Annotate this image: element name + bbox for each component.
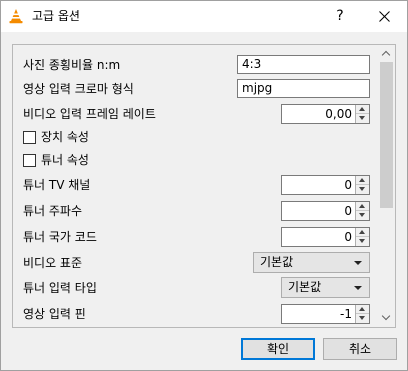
tuner-input-type-value: 기본값 [288,280,322,294]
video-input-pin-down-button[interactable] [356,314,369,323]
video-input-pin-value: -1 [340,307,352,321]
tuner-country-up-button[interactable] [356,228,369,237]
frame-rate-spin-buttons [355,105,369,123]
tuner-freq-down-button[interactable] [356,211,369,220]
device-props-label: 장치 속성 [41,130,89,144]
tuner-channel-up-button[interactable] [356,176,369,185]
video-input-pin-spinbox[interactable]: -1 [281,304,370,324]
tuner-freq-up-button[interactable] [356,202,369,211]
video-input-pin-label: 영상 입력 핀 [23,307,86,321]
frame-rate-up-button[interactable] [356,105,369,114]
title-bar: 고급 옵션 ? [1,1,407,32]
tuner-country-label: 튜너 국가 코드 [23,230,97,244]
chevron-down-icon [354,261,362,265]
tuner-freq-spinbox[interactable]: 0 [281,201,370,221]
tuner-channel-label: 튜너 TV 채널 [23,178,91,192]
tuner-props-label: 튜너 속성 [41,153,89,167]
tuner-props-checkbox[interactable] [23,154,36,167]
close-icon [379,11,390,22]
frame-rate-down-button[interactable] [356,114,369,123]
tuner-channel-spin-buttons [355,176,369,194]
frame-rate-value: 0,00 [325,107,352,121]
tuner-input-type-dropdown[interactable]: 기본값 [281,277,370,298]
window-title: 고급 옵션 [32,9,80,23]
tuner-freq-label: 튜너 주파수 [23,204,83,218]
tuner-channel-down-button[interactable] [356,185,369,194]
tuner-freq-value: 0 [344,204,352,218]
chevron-down-icon [354,286,362,290]
tuner-country-spin-buttons [355,228,369,246]
frame-rate-spinbox[interactable]: 0,00 [281,104,370,124]
tuner-channel-spinbox[interactable]: 0 [281,175,370,195]
video-standard-dropdown[interactable]: 기본값 [253,252,370,273]
cancel-button[interactable]: 취소 [323,338,397,360]
tuner-channel-value: 0 [344,178,352,192]
help-button[interactable]: ? [323,1,357,32]
scroll-thumb[interactable] [380,62,393,208]
chroma-label: 영상 입력 크로마 형식 [23,82,134,96]
chroma-input[interactable]: mjpg [237,79,370,98]
tuner-freq-spin-buttons [355,202,369,220]
tuner-country-value: 0 [344,230,352,244]
ok-button[interactable]: 확인 [241,338,315,360]
scroll-up-button[interactable] [378,45,395,62]
aspect-ratio-label: 사진 종횡비율 n:m [23,58,121,72]
video-input-pin-spin-buttons [355,305,369,323]
close-button[interactable] [362,1,407,32]
video-standard-value: 기본값 [260,255,294,269]
video-input-pin-up-button[interactable] [356,305,369,314]
device-props-checkbox[interactable] [23,131,36,144]
aspect-ratio-input[interactable]: 4:3 [237,55,370,74]
frame-rate-label: 비디오 입력 프레임 레이트 [23,107,156,121]
vlc-cone-icon [9,9,23,24]
vertical-scrollbar[interactable] [378,45,395,327]
tuner-input-type-label: 튜너 입력 타입 [23,281,97,295]
video-standard-label: 비디오 표준 [23,256,83,270]
options-scroll-panel: 사진 종횡비율 n:m 4:3 영상 입력 크로마 형식 mjpg 비디오 입력… [12,44,396,328]
tuner-country-spinbox[interactable]: 0 [281,227,370,247]
advanced-options-dialog: 고급 옵션 ? 사진 종횡비율 n:m 4:3 영상 입력 크로마 형식 mjp… [0,0,408,371]
tuner-country-down-button[interactable] [356,237,369,246]
scroll-down-button[interactable] [378,310,395,327]
